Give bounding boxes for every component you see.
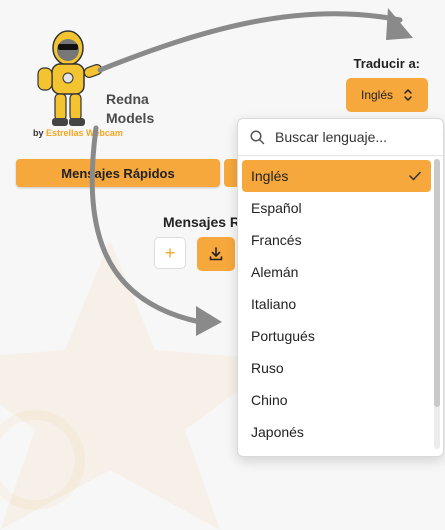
check-icon xyxy=(409,160,421,192)
language-option-label: Español xyxy=(251,200,302,216)
language-option[interactable]: Inglés xyxy=(242,160,431,192)
brand-line-1: Redna xyxy=(106,91,149,107)
download-button[interactable] xyxy=(197,237,235,271)
tab-quick-messages[interactable]: Mensajes Rápidos xyxy=(16,159,220,187)
language-option-label: Italiano xyxy=(251,296,297,312)
language-option-label: Chino xyxy=(251,392,288,408)
plus-icon: + xyxy=(164,242,176,263)
language-options: Inglés Español Francés Alemán Italiano P… xyxy=(238,156,443,448)
chevron-updown-icon xyxy=(404,89,412,101)
add-message-button[interactable]: + xyxy=(154,237,186,269)
language-option[interactable]: Alemán xyxy=(242,256,431,288)
brand-byline: by Estrellas Webcam xyxy=(33,128,123,138)
language-select-value: Inglés xyxy=(360,88,394,102)
search-icon xyxy=(250,129,265,144)
byline-company: Estrellas Webcam xyxy=(46,128,123,138)
language-option-label: Alemán xyxy=(251,264,299,280)
language-option[interactable]: Chino xyxy=(242,384,431,416)
language-option-label: Inglés xyxy=(251,168,289,184)
language-option-label: Japonés xyxy=(251,424,304,440)
language-search xyxy=(238,119,443,156)
translate-label: Traducir a: xyxy=(353,56,420,71)
language-option[interactable]: Ruso xyxy=(242,352,431,384)
language-select[interactable]: Inglés xyxy=(346,78,428,112)
download-icon xyxy=(209,247,223,261)
language-option[interactable]: Portugués xyxy=(242,320,431,352)
dropdown-scrollbar[interactable] xyxy=(434,159,440,449)
language-option[interactable]: Español xyxy=(242,192,431,224)
dropdown-scrollbar-thumb[interactable] xyxy=(434,159,440,407)
language-option[interactable]: Japonés xyxy=(242,416,431,448)
byline-prefix: by xyxy=(33,128,44,138)
brand-name: Redna Models xyxy=(106,90,154,128)
section-title: Mensajes R xyxy=(163,214,241,230)
robot-mascot-logo xyxy=(37,30,103,126)
tab-quick-messages-label: Mensajes Rápidos xyxy=(61,165,175,181)
language-option-label: Ruso xyxy=(251,360,284,376)
brand-line-2: Models xyxy=(106,110,155,126)
language-option-label: Portugués xyxy=(251,328,315,344)
language-option[interactable]: Francés xyxy=(242,224,431,256)
language-option-label: Francés xyxy=(251,232,302,248)
language-dropdown: Inglés Español Francés Alemán Italiano P… xyxy=(237,118,444,457)
language-option[interactable]: Italiano xyxy=(242,288,431,320)
language-search-input[interactable] xyxy=(273,128,427,146)
